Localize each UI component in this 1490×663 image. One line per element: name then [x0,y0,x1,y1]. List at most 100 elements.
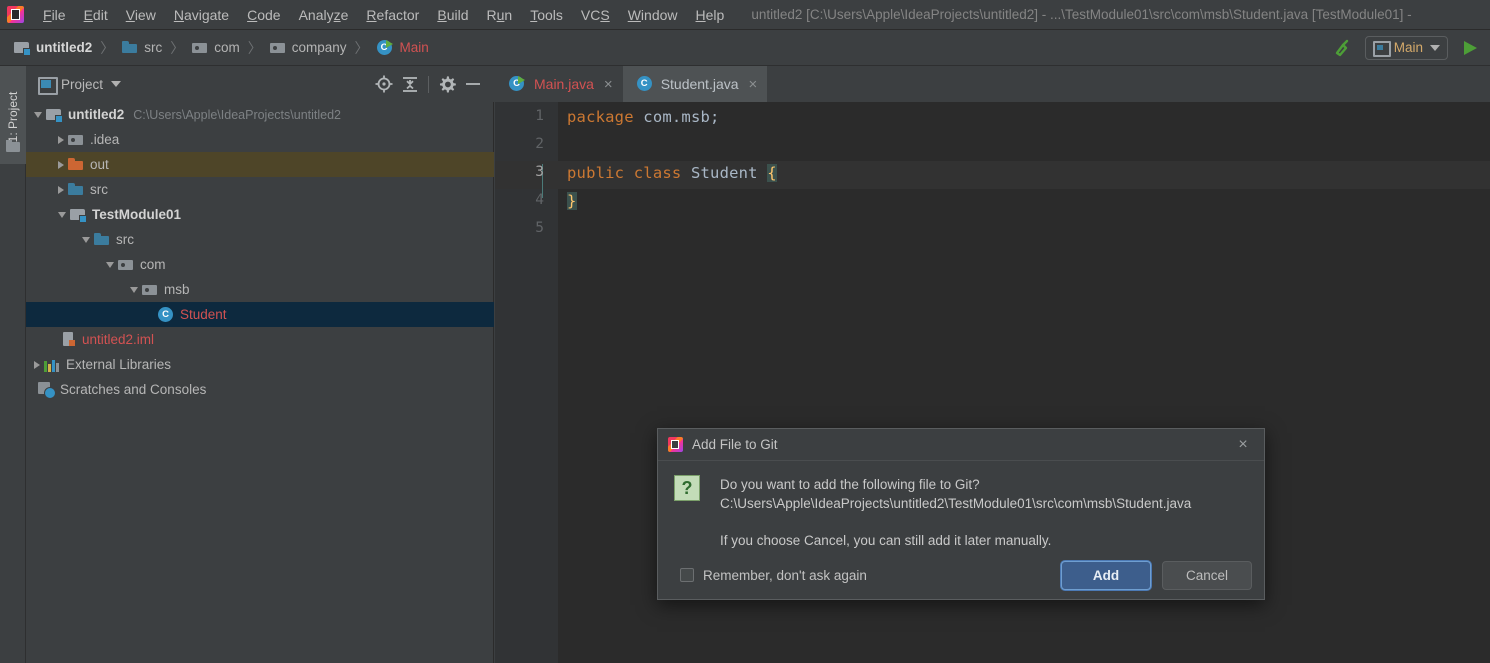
collapse-all-icon [403,77,417,92]
tree-row[interactable]: Scratches and Consoles [26,377,494,402]
collapse-all-button[interactable] [397,71,423,97]
close-icon[interactable]: × [749,77,758,92]
code-token: class [633,164,682,182]
breadcrumb-item-company[interactable]: company [266,38,351,57]
tree-row[interactable]: .idea [26,127,494,152]
menu-mnemonic: F [43,6,52,23]
close-icon[interactable]: × [1234,436,1252,454]
cancel-button[interactable]: Cancel [1162,560,1252,590]
menu-mnemonic: C [247,6,258,23]
menu-item-build[interactable]: Build [428,4,477,26]
editor-tab-student-java[interactable]: Student.java × [622,66,768,102]
breadcrumb-separator: 〉 [170,39,185,56]
tree-row[interactable]: src [26,227,494,252]
gutter-caret-line [495,161,558,189]
dialog-message-line2: C:\Users\Apple\IdeaProjects\untitled2\Te… [720,496,1192,511]
hide-panel-button[interactable] [460,71,486,97]
tree-row[interactable]: out [26,152,494,177]
tree-row[interactable]: untitled2.iml [26,327,494,352]
chevron-down-icon[interactable] [106,261,114,268]
tree-row[interactable]: src [26,177,494,202]
menu-item-analyze[interactable]: Analyze [290,4,358,26]
add-button[interactable]: Add [1061,560,1151,590]
tree-row-label: src [116,232,134,247]
remember-checkbox-label: Remember, don't ask again [703,567,867,583]
package-folder-icon [269,41,286,54]
project-panel-actions [371,71,494,97]
chevron-down-icon[interactable] [58,211,66,218]
tree-row[interactable]: External Libraries [26,352,494,377]
chevron-right-icon[interactable] [58,160,64,169]
tree-row[interactable]: com [26,252,494,277]
remember-checkbox[interactable] [680,568,694,582]
menu-item-help[interactable]: Help [687,4,734,26]
tree-row[interactable]: untitled2 C:\Users\Apple\IdeaProjects\unt… [26,102,494,127]
close-icon[interactable]: × [604,77,613,92]
project-tool-window: Project untitled2 C:\Users\Apple\IdeaPro… [26,66,494,663]
menu-mnemonic: N [173,6,184,23]
breadcrumb-separator: 〉 [247,39,262,56]
breadcrumb-separator: 〉 [354,39,369,56]
package-folder-icon [192,41,208,54]
editor-gutter[interactable]: 1 2 3 4 5 [495,102,558,663]
tree-row[interactable]: Student [26,302,494,327]
run-button[interactable] [1456,35,1482,61]
menu-bar: File Edit View Navigate Code Analyze Refactor B… [0,0,1490,30]
breadcrumb-item-main[interactable]: Main [373,38,433,58]
breadcrumb-item-src[interactable]: src [118,38,166,57]
build-project-button[interactable] [1329,35,1357,61]
intellij-idea-window: File Edit View Navigate Code Analyze Refactor B… [0,0,1490,663]
code-token: Student [690,164,758,182]
menu-mnemonic: z [333,6,341,23]
menu-item-refactor[interactable]: Refactor [357,4,428,26]
menu-mnemonic: W [627,6,641,23]
editor-tab-main-java[interactable]: Main.java × [495,66,623,102]
breadcrumb-item-com[interactable]: com [188,38,244,57]
breadcrumb: untitled2 〉 src 〉 com 〉 company 〉 Main [0,38,433,58]
chevron-down-icon[interactable] [111,81,122,87]
menu-item-code[interactable]: Code [238,4,289,26]
chevron-right-icon[interactable] [58,135,64,144]
chevron-right-icon[interactable] [34,360,40,369]
tree-row-label: out [90,157,109,172]
hammer-build-icon [1335,39,1348,56]
runnable-class-icon [376,39,394,56]
chevron-right-icon[interactable] [58,185,64,194]
chevron-down-icon[interactable] [34,111,42,118]
code-line: } [567,192,577,210]
add-file-to-git-dialog: Add File to Git × ? Do you want to add t… [657,428,1265,600]
remember-checkbox-row[interactable]: Remember, don't ask again [680,568,867,583]
menu-item-view[interactable]: View [117,4,165,26]
chevron-down-icon[interactable] [130,286,138,293]
dialog-message: Do you want to add the following file to… [720,475,1264,513]
code-token: } [567,192,577,210]
menu-item-edit[interactable]: Edit [75,4,117,26]
dialog-body: ? Do you want to add the following file … [658,461,1264,548]
scroll-from-source-button[interactable] [371,71,397,97]
menu-item-navigate[interactable]: Navigate [165,4,238,26]
folder-icon[interactable] [6,140,21,152]
chevron-down-icon[interactable] [82,236,90,243]
tree-row[interactable]: msb [26,277,494,302]
menu-mnemonic: T [530,6,538,23]
settings-button[interactable] [434,71,460,97]
chevron-down-icon [1430,44,1440,51]
menu-item-run[interactable]: Run [478,4,522,26]
library-bar [44,360,47,372]
editor-tab-label: Main.java [534,76,594,92]
navbar-right-actions: Main [1329,35,1490,61]
dialog-note: If you choose Cancel, you can still add … [720,533,1052,548]
source-folder-icon [122,41,138,54]
tree-row[interactable]: TestModule01 [26,202,494,227]
menu-item-window[interactable]: Window [619,4,687,26]
menu-item-vcs[interactable]: VCS [572,4,619,26]
scratches-icon [38,382,56,399]
breadcrumb-separator: 〉 [100,39,115,56]
menu-item-tools[interactable]: Tools [521,4,572,26]
menu-mnemonic: B [437,6,447,23]
menu-item-file[interactable]: File [34,4,75,26]
menu-mnemonic: S [600,6,610,23]
breadcrumb-item-untitled2[interactable]: untitled2 [10,38,96,57]
tree-row-label: untitled2.iml [82,332,155,347]
run-configuration-selector[interactable]: Main [1364,35,1448,60]
